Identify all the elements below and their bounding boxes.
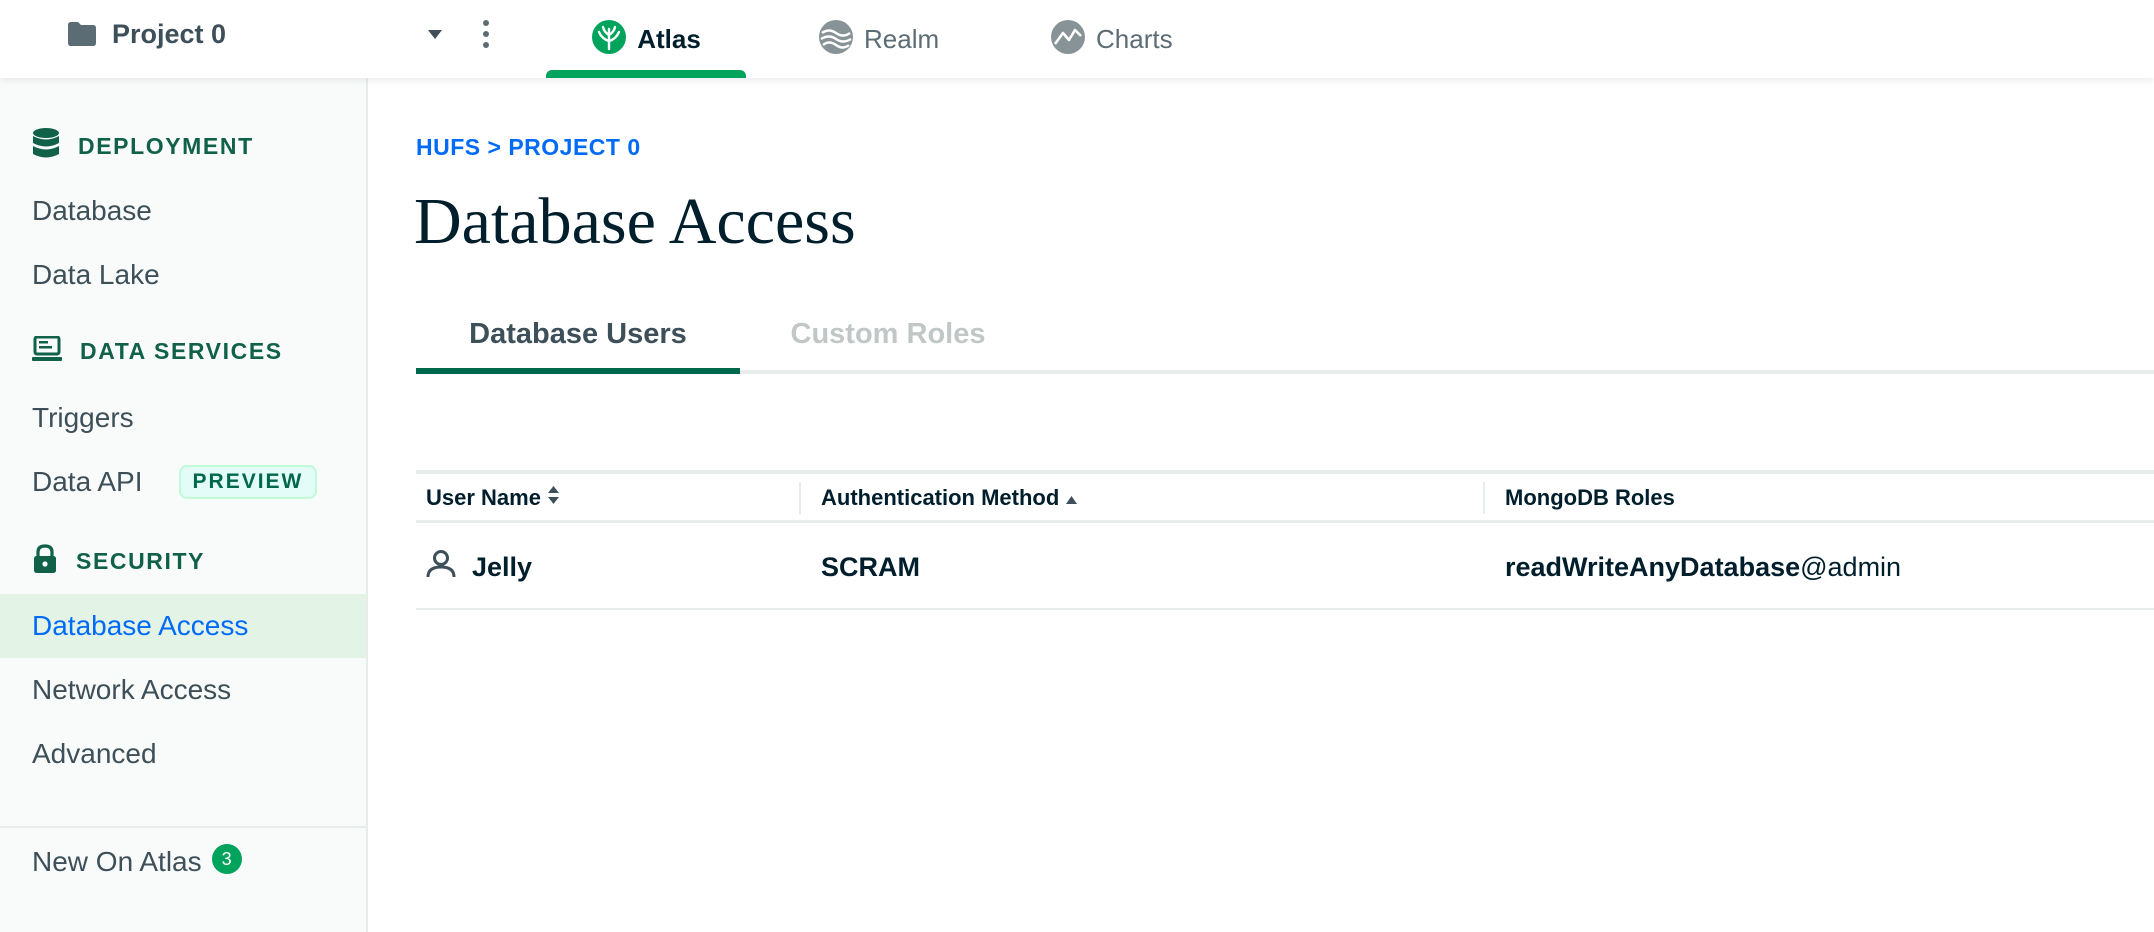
sidebar-item-label: Network Access (32, 674, 232, 705)
sidebar-item-label: Triggers (32, 402, 134, 433)
product-tab-atlas[interactable]: Atlas (546, 0, 746, 78)
role-database: @admin (1800, 551, 1902, 582)
sidebar-item-data-lake[interactable]: Data Lake (0, 243, 366, 307)
atlas-leaf-icon (591, 19, 627, 60)
sidebar-item-advanced[interactable]: Advanced (0, 722, 366, 786)
caret-down-icon[interactable] (424, 24, 446, 44)
sidebar-item-triggers[interactable]: Triggers (0, 386, 366, 450)
table-cell-mongodb-roles: readWriteAnyDatabase @admin (1505, 544, 1901, 590)
table-cell-user-name: Jelly (426, 544, 532, 590)
table-header-border (416, 520, 2154, 523)
table-row-border (416, 608, 2154, 610)
sidebar-item-network-access[interactable]: Network Access (0, 658, 366, 722)
sidebar-item-database-access[interactable]: Database Access (0, 594, 366, 658)
column-header-user-name[interactable]: User Name (426, 474, 560, 522)
tab-label: Database Users (469, 318, 687, 350)
sidebar-section-deployment: DEPLOYMENT (32, 128, 254, 165)
folder-icon (68, 22, 96, 46)
sidebar-item-label: Data Lake (32, 259, 160, 290)
column-header-authentication-method[interactable]: Authentication Method (821, 474, 1078, 522)
active-tab-indicator (546, 70, 746, 78)
user-name: Jelly (472, 551, 533, 582)
tab-database-users[interactable]: Database Users (416, 318, 740, 374)
project-selector[interactable]: Project 0 (68, 14, 226, 54)
sidebar-section-heading: DEPLOYMENT (78, 133, 254, 159)
product-tab-charts-label: Charts (1096, 23, 1173, 54)
sidebar-item-label: Database Access (32, 610, 249, 641)
sidebar-item-label: Data API (32, 466, 143, 497)
column-header-mongodb-roles: MongoDB Roles (1505, 474, 1675, 522)
table-top-border (416, 470, 2154, 474)
laptop-icon (32, 335, 62, 367)
product-tab-realm[interactable]: Realm (818, 0, 939, 78)
product-tab-atlas-label: Atlas (637, 23, 701, 54)
column-separator (1483, 482, 1485, 514)
sort-both-icon[interactable] (541, 485, 560, 511)
page-title: Database Access (414, 185, 856, 258)
column-header-label: User Name (426, 485, 541, 510)
new-on-atlas-label: New On Atlas (32, 846, 202, 877)
top-navigation-bar: Project 0 Atlas Realm Charts (0, 0, 2154, 78)
tab-label: Custom Roles (790, 318, 986, 350)
sidebar-section-security: SECURITY (32, 544, 205, 579)
product-tab-charts[interactable]: Charts (1050, 0, 1173, 78)
sidebar-item-data-api[interactable]: Data API PREVIEW (0, 450, 366, 514)
column-header-label: MongoDB Roles (1505, 485, 1675, 510)
database-icon (32, 128, 60, 165)
sort-ascending-icon[interactable] (1059, 485, 1078, 511)
sidebar-item-database[interactable]: Database (0, 179, 366, 243)
realm-icon (818, 19, 854, 60)
tab-custom-roles[interactable]: Custom Roles (740, 318, 1036, 374)
project-name[interactable]: Project 0 (112, 19, 226, 50)
kebab-menu-icon[interactable] (476, 16, 496, 52)
product-tab-realm-label: Realm (864, 23, 940, 54)
sidebar-section-heading: DATA SERVICES (80, 338, 283, 364)
sidebar-item-label: Database (32, 195, 152, 226)
table-cell-auth-method: SCRAM (821, 551, 920, 582)
role-name: readWriteAnyDatabase (1505, 551, 1801, 582)
sidebar: DEPLOYMENT Database Data Lake DATA SERVI… (0, 78, 368, 932)
breadcrumb[interactable]: HUFS > PROJECT 0 (416, 134, 641, 161)
sidebar-item-label: Advanced (32, 738, 157, 769)
new-on-atlas-link[interactable]: New On Atlas 3 (32, 826, 242, 898)
sidebar-section-data-services: DATA SERVICES (32, 335, 283, 367)
sidebar-section-heading: SECURITY (76, 548, 206, 574)
preview-badge: PREVIEW (178, 465, 318, 499)
column-separator (799, 482, 801, 514)
notification-count-badge: 3 (211, 844, 242, 874)
lock-icon (32, 544, 58, 579)
person-icon (426, 549, 456, 585)
column-header-label: Authentication Method (821, 485, 1060, 510)
charts-icon (1050, 19, 1086, 60)
